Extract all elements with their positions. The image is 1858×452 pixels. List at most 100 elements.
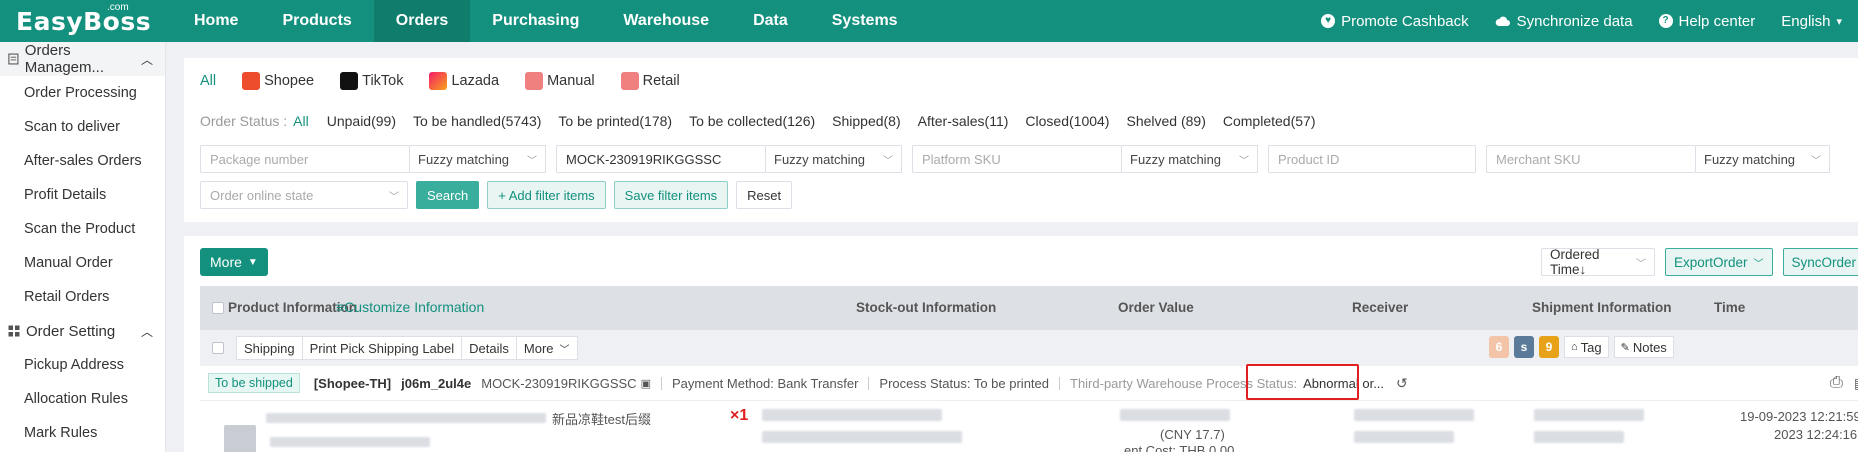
help-center-link[interactable]: ? Help center bbox=[1658, 13, 1755, 30]
package-match-select[interactable]: Fuzzy matching ﹀ bbox=[410, 145, 546, 173]
save-filter-items-button[interactable]: Save filter items bbox=[613, 181, 729, 209]
status-all[interactable]: All bbox=[293, 113, 309, 129]
logo[interactable]: EasyBoss .com bbox=[0, 0, 172, 42]
sidebar-group-orders-management[interactable]: Orders Managem... ︿ bbox=[0, 42, 165, 76]
status-shelved[interactable]: Shelved (89) bbox=[1126, 113, 1205, 129]
shop-account: j06m_2ul4e bbox=[401, 375, 472, 391]
sidebar-item-order-processing[interactable]: Order Processing bbox=[0, 76, 165, 110]
status-badge: To be shipped bbox=[208, 373, 300, 393]
order-status-filter: Order Status : All Unpaid(99) To be hand… bbox=[200, 113, 1332, 129]
refresh-icon[interactable]: ↺ bbox=[1396, 375, 1408, 392]
product-name: 新品凉鞋test后缀 bbox=[552, 412, 651, 427]
status-to-be-handled[interactable]: To be handled(5743) bbox=[413, 113, 541, 129]
order-number[interactable]: MOCK-230919RIKGGSSC bbox=[481, 376, 636, 391]
sidebar-item-scan-the-product[interactable]: Scan the Product bbox=[0, 212, 165, 246]
merchant-sku-input[interactable]: Merchant SKU bbox=[1486, 145, 1696, 173]
logo-suffix: .com bbox=[107, 2, 129, 13]
order-badges: 6 s 9 ⌂ Tag ✎ Notes bbox=[1489, 336, 1679, 358]
notes-button[interactable]: ✎ Notes bbox=[1613, 336, 1674, 358]
blurred-text bbox=[1534, 409, 1644, 421]
platform-sku-match-select[interactable]: Fuzzy matching ﹀ bbox=[1122, 145, 1258, 173]
clipboard-icon[interactable]: ▤ bbox=[1854, 375, 1858, 392]
status-completed[interactable]: Completed(57) bbox=[1223, 113, 1316, 129]
status-closed[interactable]: Closed(1004) bbox=[1025, 113, 1109, 129]
export-order-button[interactable]: ExportOrder ﹀ bbox=[1665, 248, 1773, 276]
sidebar-item-manual-order[interactable]: Manual Order bbox=[0, 246, 165, 280]
more-actions-button[interactable]: More ▼ bbox=[200, 248, 268, 276]
add-filter-items-button[interactable]: + Add filter items bbox=[487, 181, 606, 209]
package-number-input[interactable]: Package number bbox=[200, 145, 410, 173]
synchronize-data-link[interactable]: Synchronize data bbox=[1495, 13, 1633, 30]
sidebar-group-label: Orders Managem... bbox=[24, 42, 105, 76]
chevron-down-icon: ▾ bbox=[1836, 15, 1842, 28]
order-action-buttons: Shipping Print Pick Shipping Label Detai… bbox=[236, 336, 578, 360]
search-button[interactable]: Search bbox=[416, 181, 480, 209]
nav-purchasing[interactable]: Purchasing bbox=[470, 0, 601, 42]
sidebar-item-scan-to-deliver[interactable]: Scan to deliver bbox=[0, 110, 165, 144]
order-number-input[interactable]: MOCK-230919RIKGGSSC bbox=[556, 145, 766, 173]
synchronize-data-label: Synchronize data bbox=[1516, 12, 1633, 30]
blurred-text bbox=[1534, 431, 1624, 443]
printer-icon[interactable]: ⎙ bbox=[1830, 374, 1843, 392]
badge-count: 9 bbox=[1539, 336, 1559, 358]
document-icon bbox=[8, 53, 19, 65]
blurred-text bbox=[762, 409, 942, 421]
nav-orders[interactable]: Orders bbox=[373, 0, 471, 42]
tag-button[interactable]: ⌂ Tag bbox=[1564, 336, 1609, 358]
tab-retail[interactable]: Retail bbox=[620, 72, 680, 90]
tab-tiktok[interactable]: TikTok bbox=[340, 72, 403, 90]
tab-label: Manual bbox=[547, 73, 595, 89]
sort-ordered-time-select[interactable]: Ordered Time↓ ﹀ bbox=[1541, 247, 1655, 277]
chevron-down-icon: ﹀ bbox=[527, 155, 537, 167]
blurred-text bbox=[762, 431, 962, 443]
tab-manual[interactable]: Manual bbox=[525, 72, 595, 90]
sidebar-item-mark-rules[interactable]: Mark Rules bbox=[0, 416, 165, 450]
status-unpaid[interactable]: Unpaid(99) bbox=[327, 113, 396, 129]
sidebar-item-profit-details[interactable]: Profit Details bbox=[0, 178, 165, 212]
status-after-sales[interactable]: After-sales(11) bbox=[918, 113, 1009, 129]
sidebar-item-pickup-address[interactable]: Pickup Address bbox=[0, 348, 165, 382]
sync-order-button[interactable]: SyncOrder ﹀ bbox=[1782, 248, 1858, 276]
platform-sku-input[interactable]: Platform SKU bbox=[912, 145, 1122, 173]
status-shipped[interactable]: Shipped(8) bbox=[832, 113, 901, 129]
sidebar-group-order-setting[interactable]: Order Setting ︿ bbox=[0, 314, 165, 348]
sidebar-item-allocation-rules[interactable]: Allocation Rules bbox=[0, 382, 165, 416]
paid-time: 2023 12:24:16 bbox=[1774, 427, 1858, 442]
nav-data[interactable]: Data bbox=[731, 0, 810, 42]
order-match-select[interactable]: Fuzzy matching ﹀ bbox=[766, 145, 902, 173]
chevron-down-icon: ﹀ bbox=[1753, 258, 1764, 270]
promote-cashback-link[interactable]: ♥ Promote Cashback bbox=[1321, 13, 1469, 30]
order-checkbox[interactable] bbox=[212, 342, 224, 354]
nav-systems[interactable]: Systems bbox=[810, 0, 920, 42]
filter-row-1: Package number Fuzzy matching ﹀ MOCK-2309… bbox=[200, 145, 1830, 173]
nav-home[interactable]: Home bbox=[172, 0, 260, 42]
details-button[interactable]: Details bbox=[461, 336, 517, 360]
sidebar-item-after-sales-orders[interactable]: After-sales Orders bbox=[0, 144, 165, 178]
shipping-button[interactable]: Shipping bbox=[236, 336, 303, 360]
sidebar-item-retail-orders[interactable]: Retail Orders bbox=[0, 280, 165, 314]
status-to-be-collected[interactable]: To be collected(126) bbox=[689, 113, 815, 129]
logo-text: EasyBoss bbox=[16, 7, 152, 36]
select-all-checkbox[interactable] bbox=[212, 302, 224, 314]
print-pick-shipping-label-button[interactable]: Print Pick Shipping Label bbox=[301, 336, 463, 360]
status-to-be-printed[interactable]: To be printed(178) bbox=[558, 113, 672, 129]
help-icon: ? bbox=[1658, 14, 1673, 28]
tab-all[interactable]: All bbox=[200, 73, 216, 89]
tab-lazada[interactable]: Lazada bbox=[429, 72, 499, 90]
copy-icon[interactable]: ▣ bbox=[641, 377, 651, 390]
shop-name: [Shopee-TH] bbox=[313, 375, 392, 391]
reset-button[interactable]: Reset bbox=[736, 181, 793, 209]
chevron-down-icon: ﹀ bbox=[1811, 155, 1821, 167]
product-id-input[interactable]: Product ID bbox=[1268, 145, 1476, 173]
nav-products[interactable]: Products bbox=[260, 0, 373, 42]
order-online-state-select[interactable]: Order online state ﹀ bbox=[200, 181, 408, 209]
col-time: Time bbox=[1714, 300, 1746, 315]
tab-shopee[interactable]: Shopee bbox=[242, 72, 314, 90]
language-select[interactable]: English ▾ bbox=[1781, 13, 1842, 30]
order-more-button[interactable]: More ﹀ bbox=[515, 336, 578, 360]
nav-warehouse[interactable]: Warehouse bbox=[601, 0, 731, 42]
shopee-icon bbox=[242, 72, 261, 90]
customize-information-link[interactable]: ≡Customize Information bbox=[336, 299, 484, 315]
merchant-sku-match-select[interactable]: Fuzzy matching ﹀ bbox=[1696, 145, 1830, 173]
col-stock-out-information: Stock-out Information bbox=[856, 300, 997, 315]
